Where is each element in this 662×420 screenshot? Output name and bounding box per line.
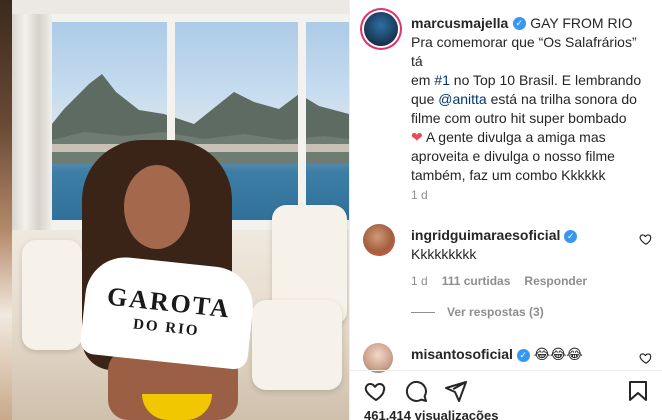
caption-line: em #1 no Top 10 Brasil. E lembrando xyxy=(411,71,651,90)
ceiling xyxy=(12,0,349,14)
caption-header: marcusmajella ✓ GAY FROM RIO xyxy=(411,14,632,33)
commenter-username[interactable]: misantosoficial xyxy=(411,346,513,362)
post-details-panel: marcusmajella ✓ GAY FROM RIO Pra comemor… xyxy=(349,0,662,420)
cushion xyxy=(22,240,82,350)
window-frame xyxy=(298,14,306,224)
caption-line: aproveita e divulga o nosso filme xyxy=(411,148,615,164)
caption-line: que @anitta está na trilha sonora do xyxy=(411,90,651,109)
previous-post-preview[interactable] xyxy=(0,0,12,420)
verified-badge-icon: ✓ xyxy=(516,348,530,362)
comment-item: ingridguimaraesoficial ✓ Kkkkkkkkk xyxy=(350,224,662,314)
commenter-avatar[interactable] xyxy=(363,224,395,256)
commenter-avatar[interactable] xyxy=(363,343,393,373)
caption-line: filme com outro hit super bombado xyxy=(411,110,627,126)
person-face xyxy=(124,165,190,249)
view-count[interactable]: 461.414 visualizações xyxy=(364,408,498,420)
comment-icon[interactable] xyxy=(404,379,428,403)
comment-likes[interactable]: 111 curtidas xyxy=(442,274,511,288)
heart-emoji-icon: ❤ xyxy=(411,129,423,145)
author-bio: GAY FROM RIO xyxy=(530,15,633,31)
caption-line: Pra comemorar que “Os Salafrários” tá xyxy=(411,34,637,69)
comment-time[interactable]: 1 d xyxy=(411,274,428,288)
post-actions-bar xyxy=(350,370,662,410)
post-time[interactable]: 1 d xyxy=(411,188,428,202)
caption-text-part: está na trilha sonora do xyxy=(486,91,637,107)
comment-like-heart-icon[interactable] xyxy=(639,351,653,365)
comment-body: ingridguimaraesoficial ✓ Kkkkkkkkk xyxy=(411,226,631,264)
caption-text-part: no Top 10 Brasil. E lembrando xyxy=(449,72,642,88)
replies-divider xyxy=(411,311,435,313)
shirt-line-1: GAROTA xyxy=(105,281,233,323)
post-media[interactable]: GAROTA DO RIO xyxy=(12,0,349,420)
bookmark-icon[interactable] xyxy=(626,379,650,403)
cushion xyxy=(252,300,342,390)
mention-link[interactable]: @anitta xyxy=(438,91,486,107)
caption-line: ❤ A gente divulga a amiga mas xyxy=(411,128,651,147)
caption-text-part: em xyxy=(411,72,435,88)
commenter-username[interactable]: ingridguimaraesoficial xyxy=(411,227,560,243)
view-replies-label: Ver respostas (3) xyxy=(447,305,544,319)
reply-button[interactable]: Responder xyxy=(524,274,587,288)
paper-plane-icon[interactable] xyxy=(444,379,468,403)
comment-text: 😂😂😂 xyxy=(533,346,583,362)
comment-item: misantosoficial ✓ 😂😂😂 xyxy=(350,343,662,373)
shirt-print: GAROTA DO RIO xyxy=(79,253,257,371)
hashtag-link[interactable]: #1 xyxy=(434,72,450,88)
heart-icon[interactable] xyxy=(364,379,388,403)
caption-text-part: que xyxy=(411,91,439,107)
author-username[interactable]: marcusmajella xyxy=(411,15,508,31)
caption-line: também, faz um combo Kkkkkk xyxy=(411,167,606,183)
comment-meta: 1 d 111 curtidas Responder xyxy=(411,274,587,288)
comment-body: misantosoficial ✓ 😂😂😂 xyxy=(411,345,631,364)
caption-text: Pra comemorar que “Os Salafrários” tá em… xyxy=(411,33,651,185)
verified-badge-icon: ✓ xyxy=(564,229,578,243)
author-avatar[interactable] xyxy=(364,12,398,46)
comment-text: Kkkkkkkkk xyxy=(411,246,477,262)
verified-badge-icon: ✓ xyxy=(512,17,526,31)
view-replies-button[interactable]: Ver respostas (3) xyxy=(411,305,544,319)
comment-like-heart-icon[interactable] xyxy=(639,232,653,246)
caption-text-part: A gente divulga a amiga mas xyxy=(422,129,606,145)
